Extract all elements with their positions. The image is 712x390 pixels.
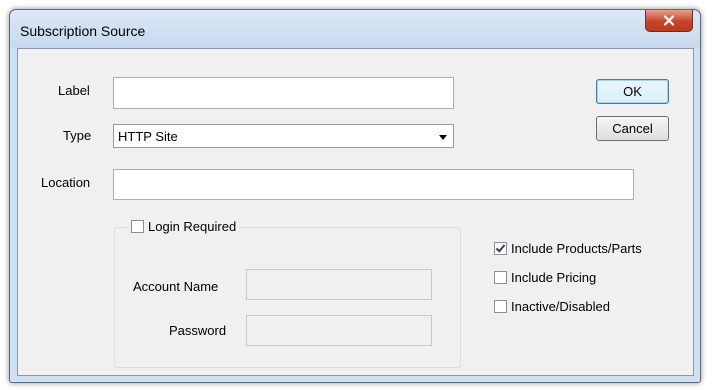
chevron-down-icon (439, 135, 447, 140)
include-products-check-box[interactable] (494, 242, 507, 255)
password-input[interactable] (246, 315, 432, 346)
include-pricing-checkbox[interactable]: Include Pricing (494, 270, 596, 285)
login-required-check-box[interactable] (131, 220, 144, 233)
login-required-checkbox[interactable]: Login Required (128, 219, 240, 234)
account-name-input[interactable] (246, 269, 432, 300)
inactive-disabled-checkbox[interactable]: Inactive/Disabled (494, 299, 610, 314)
inactive-disabled-check-box[interactable] (494, 300, 507, 313)
location-field-label: Location (41, 175, 91, 190)
close-icon (663, 15, 675, 26)
login-required-label: Login Required (148, 219, 237, 234)
include-products-label: Include Products/Parts (511, 241, 642, 256)
location-input[interactable] (113, 169, 634, 200)
label-input[interactable] (113, 77, 454, 109)
password-label: Password (169, 323, 227, 338)
account-name-label: Account Name (133, 279, 219, 294)
include-pricing-label: Include Pricing (511, 270, 597, 285)
dialog-window: Subscription Source Label Type HTTP Site… (9, 9, 701, 383)
type-select-value: HTTP Site (118, 129, 178, 144)
close-button[interactable] (645, 10, 693, 32)
ok-button[interactable]: OK (596, 79, 669, 104)
cancel-button[interactable]: Cancel (596, 116, 669, 141)
dialog-content: Label Type HTTP Site Location OK Cancel … (17, 48, 694, 376)
type-field-label: Type (63, 128, 92, 143)
include-pricing-check-box[interactable] (494, 271, 507, 284)
title-bar[interactable]: Subscription Source (10, 10, 700, 48)
include-products-checkbox[interactable]: Include Products/Parts (494, 241, 642, 256)
label-field-label: Label (58, 83, 90, 98)
inactive-disabled-label: Inactive/Disabled (511, 299, 610, 314)
dialog-title: Subscription Source (20, 23, 146, 39)
type-select[interactable]: HTTP Site (113, 124, 454, 148)
